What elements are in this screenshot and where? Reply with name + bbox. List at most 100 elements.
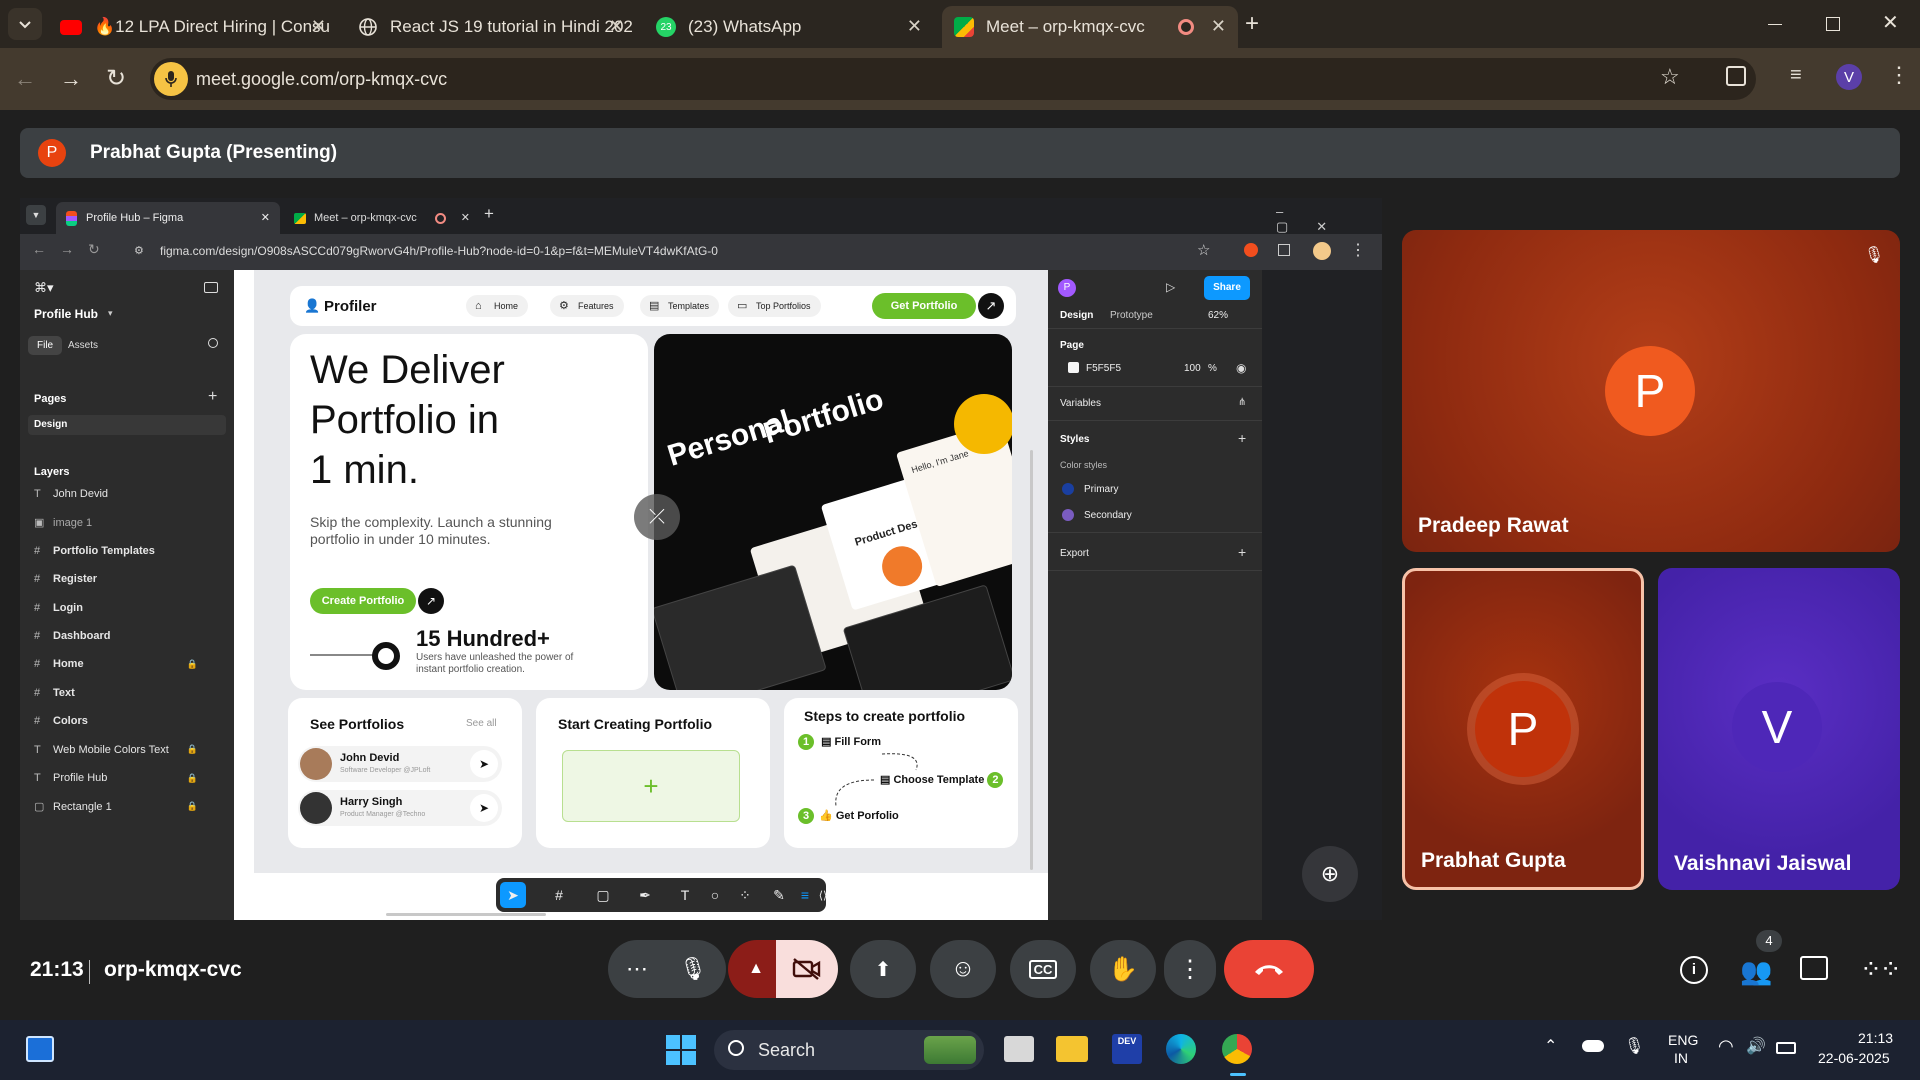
participant-tile-vaishnavi[interactable]: V Vaishnavi Jaiswal <box>1658 568 1900 890</box>
page-item-design: Design <box>28 415 226 435</box>
minimize-window-icon[interactable] <box>1768 24 1782 25</box>
layer-name: Web Mobile Colors Text <box>53 743 169 756</box>
tab-title: Meet – orp-kmqx-cvc <box>986 17 1145 36</box>
address-bar[interactable]: meet.google.com/orp-kmqx-cvc <box>150 58 1756 100</box>
activities-icon[interactable]: ⁘⁘ <box>1860 954 1902 985</box>
onedrive-icon[interactable] <box>1582 1040 1604 1052</box>
slider-knob <box>372 642 400 670</box>
design-see-portfolios-card: See Portfolios See all John Devid Softwa… <box>288 698 522 848</box>
microphone-icon[interactable]: 🎙 <box>1624 1036 1644 1056</box>
leave-call-button[interactable] <box>1224 940 1314 998</box>
wifi-icon[interactable]: ◠ <box>1718 1036 1734 1057</box>
search-label: Search <box>758 1040 816 1060</box>
back-arrow-icon[interactable]: ← <box>14 66 36 92</box>
volume-icon[interactable]: 🔊 <box>1746 1036 1766 1056</box>
new-tab-button[interactable]: + <box>1245 10 1259 38</box>
battery-icon[interactable] <box>1776 1042 1796 1054</box>
layer-name: Login <box>53 601 83 614</box>
bookmark-star-icon[interactable]: ☆ <box>1660 64 1680 90</box>
close-tab-icon[interactable]: ✕ <box>311 16 326 37</box>
see-all-link: See all <box>466 718 497 729</box>
tab-react-tutorial[interactable]: React JS 19 tutorial in Hindi 202 ✕ <box>346 6 636 48</box>
tab-meet[interactable]: Meet – orp-kmqx-cvc ✕ <box>942 6 1238 48</box>
share-button: Share <box>1204 276 1250 300</box>
showcase-word-portfolio: Portfolio <box>759 382 888 451</box>
tab-youtube[interactable]: 🔥12 LPA Direct Hiring | Consu ✕ <box>48 6 338 48</box>
close-tab-icon[interactable]: ✕ <box>609 16 624 37</box>
meeting-info-icon[interactable]: i <box>1680 956 1708 984</box>
people-icon[interactable]: 👥 <box>1740 956 1772 987</box>
captions-button[interactable]: CC <box>1010 940 1076 998</box>
lock-icon: 🔒 <box>186 772 198 783</box>
microphone-button[interactable]: 🎙 <box>660 940 726 998</box>
language-2[interactable]: IN <box>1674 1050 1688 1066</box>
tab-whatsapp[interactable]: 23 (23) WhatsApp ✕ <box>644 6 934 48</box>
hero-sub-1: Skip the complexity. Launch a stunning <box>310 514 552 530</box>
participant-tile-pradeep[interactable]: P 🎙 Pradeep Rawat <box>1402 230 1900 552</box>
avatar: V <box>1732 682 1822 772</box>
lock-icon: 🔒 <box>186 744 198 755</box>
design-steps-card: Steps to create portfolio 1 ▤ Fill Form … <box>784 698 1018 848</box>
avatar: P <box>1475 681 1571 777</box>
clock-time[interactable]: 21:13 <box>1858 1030 1893 1046</box>
card-title: See Portfolios <box>310 716 405 732</box>
design-get-portfolio-button: Get Portfolio <box>872 293 976 319</box>
add-style-icon: + <box>1238 430 1247 446</box>
close-tab-icon[interactable]: ✕ <box>1211 16 1226 37</box>
chrome-icon[interactable] <box>1222 1034 1252 1064</box>
figma-extension-icon <box>1244 243 1258 257</box>
present-screen-button[interactable]: ⬆ <box>850 940 916 998</box>
close-window-icon[interactable]: ✕ <box>1882 10 1899 35</box>
camera-off-button[interactable] <box>776 940 838 998</box>
media-controls-icon[interactable]: ≡ <box>1790 64 1802 87</box>
restore-window-icon[interactable] <box>1826 17 1840 31</box>
file-explorer-icon[interactable] <box>1056 1036 1088 1062</box>
secondary-swatch <box>1062 509 1074 521</box>
task-view-icon[interactable] <box>1004 1036 1034 1062</box>
people-count-badge: 4 <box>1756 930 1782 952</box>
zoom-in-icon[interactable]: ⊕ <box>1302 846 1358 902</box>
site-settings-icon: ⚙ <box>134 245 144 257</box>
layer-type-icon: T <box>34 772 41 784</box>
more-options-button[interactable]: ⋯ <box>608 940 666 998</box>
forward-arrow-icon[interactable]: → <box>60 66 82 92</box>
browser-menu-icon[interactable]: ⋮ <box>1888 62 1910 88</box>
clock-date[interactable]: 22-06-2025 <box>1818 1050 1890 1066</box>
extensions-icon[interactable] <box>1726 66 1746 86</box>
figma-canvas: 👤 Profiler ⌂ Home ⚙ Features ▤ Templates ▭ T… <box>234 270 1048 920</box>
reload-icon[interactable]: ↻ <box>106 64 126 93</box>
close-tab-icon[interactable]: ✕ <box>907 16 922 37</box>
figma-icon <box>66 211 77 226</box>
tab-search-button[interactable] <box>8 8 42 40</box>
more-actions-button[interactable]: ⋮ <box>1164 940 1216 998</box>
chevron-down-icon: ▾ <box>108 308 113 318</box>
shared-url: figma.com/design/O908sASCCd079gRworvG4h/… <box>160 244 718 258</box>
draw-tool-icon: ✎ <box>773 886 785 903</box>
nav-icons: ←→↻ <box>32 241 114 257</box>
chat-icon[interactable] <box>1800 956 1828 980</box>
windows-start-icon[interactable] <box>666 1035 696 1065</box>
design-navbar: 👤 Profiler ⌂ Home ⚙ Features ▤ Templates ▭ T… <box>290 286 1016 326</box>
layer-name: image 1 <box>53 516 93 529</box>
dev-app-icon[interactable]: DEV <box>1112 1034 1142 1064</box>
edge-icon[interactable] <box>1166 1034 1196 1064</box>
canvas-scrollbar <box>1030 450 1033 870</box>
emoji-icon: ☺ <box>950 955 976 982</box>
widgets-icon[interactable] <box>26 1036 54 1062</box>
person-row: John Devid Software Developer @JPLoft ➤ <box>298 746 502 782</box>
reactions-button[interactable]: ☺ <box>930 940 996 998</box>
figma-left-panel: ⌘▾ Profile Hub ▾ File Assets Pages + Des… <box>20 270 234 920</box>
stat-title: 15 Hundred+ <box>416 626 550 651</box>
show-hidden-icons[interactable]: ⌃ <box>1544 1036 1557 1056</box>
divider <box>1048 532 1262 533</box>
participant-tile-prabhat[interactable]: P Prabhat Gupta <box>1402 568 1644 890</box>
primary-style: Primary <box>1084 484 1119 495</box>
layer-item: T Web Mobile Colors Text 🔒 <box>34 744 220 756</box>
language-1[interactable]: ENG <box>1668 1032 1698 1048</box>
page-section-label: Page <box>1060 340 1084 351</box>
profile-avatar[interactable]: V <box>1836 64 1862 90</box>
design-mode-icon: ≡ <box>800 887 810 903</box>
card-title: Start Creating Portfolio <box>558 716 713 732</box>
raise-hand-button[interactable]: ✋ <box>1090 940 1156 998</box>
taskbar-search[interactable]: Search <box>714 1030 984 1070</box>
